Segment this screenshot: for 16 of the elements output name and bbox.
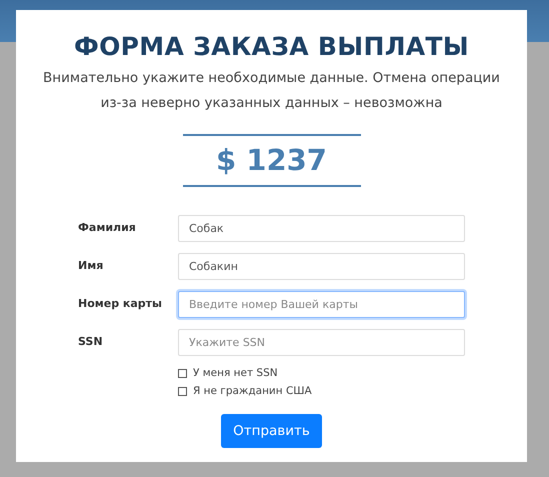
field-label: Номер карты [78, 296, 164, 312]
payout-amount: $ 1237 [182, 134, 360, 187]
checkbox-label[interactable]: У меня нет SSN [193, 364, 278, 382]
input-field[interactable]: Укажите SSN [178, 329, 465, 356]
field-label: SSN [78, 334, 104, 350]
submit-button[interactable]: Отправить [221, 414, 322, 448]
field-label: Фамилия [78, 220, 137, 236]
input-field[interactable]: Собак [178, 215, 465, 242]
checkbox[interactable] [178, 368, 187, 378]
field-label: Имя [78, 258, 104, 274]
form-description: Внимательно укажите необходимые данные. Отмена операции из-за неверно указанных данных – невозможна [42, 69, 501, 113]
checkbox[interactable] [178, 386, 187, 396]
input-field[interactable]: Введите номер Вашей карты [178, 291, 465, 318]
checkbox-label[interactable]: Я не гражданин США [193, 382, 312, 400]
form-title: ФОРМА ЗАКАЗА ВЫПЛАТЫ [73, 32, 470, 62]
input-field[interactable]: Собакин [178, 253, 465, 280]
